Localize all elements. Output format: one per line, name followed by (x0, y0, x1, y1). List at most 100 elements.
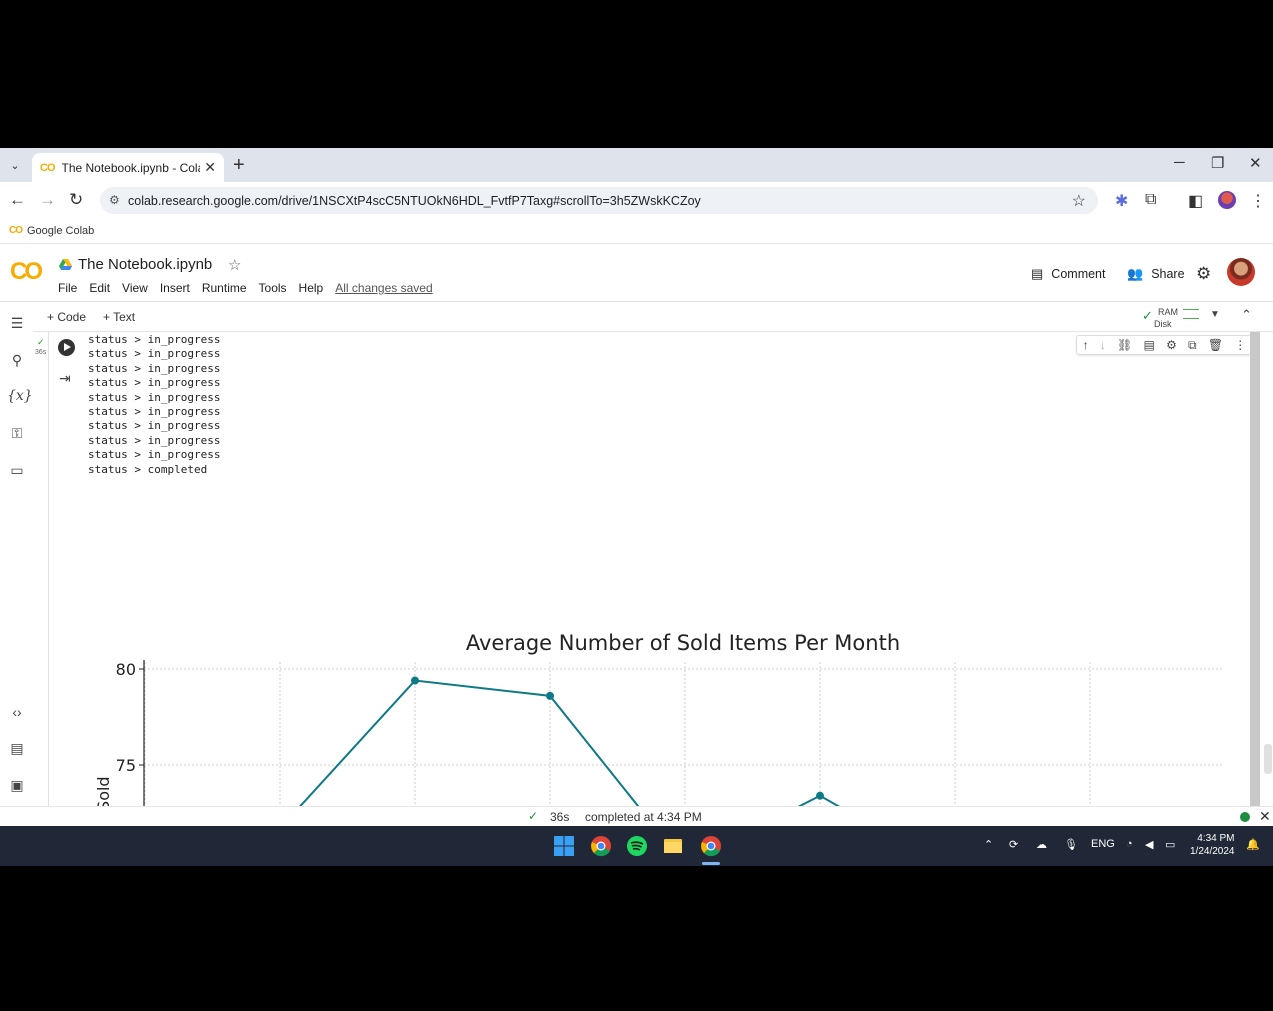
notebook-title[interactable]: The Notebook.ipynb (78, 256, 212, 273)
extensions-puzzle-icon[interactable]: ⧉ (1145, 191, 1156, 209)
close-status-icon[interactable]: ✕ (1259, 808, 1271, 825)
collapse-icon[interactable]: ⌃ (1241, 307, 1252, 323)
active-app-indicator (702, 862, 720, 865)
data-point (411, 676, 419, 685)
cell-settings-icon[interactable]: ⚙ (1166, 338, 1177, 352)
code-snippets-icon[interactable]: ‹› (7, 704, 27, 720)
save-status[interactable]: All changes saved (335, 281, 432, 295)
status-check-icon: ✓ (528, 809, 539, 823)
ram-label: RAM (1158, 307, 1178, 317)
bookmark-star-icon[interactable]: ☆ (1072, 191, 1086, 211)
screen: ⌄ CO The Notebook.ipynb - Colabora ✕ + ─… (0, 148, 1273, 866)
variables-icon[interactable]: {x} (7, 388, 33, 404)
series-line (299, 679, 841, 806)
wifi-icon[interactable]: ◔ (1126, 838, 1133, 850)
menu-edit[interactable]: Edit (89, 281, 110, 295)
disk-label: Disk (1154, 319, 1172, 329)
bookmark-google-colab[interactable]: Google Colab (27, 225, 94, 237)
microphone-icon[interactable]: 🎙 (1064, 838, 1078, 851)
clock-time: 4:34 PM (1197, 833, 1235, 844)
share-button[interactable]: 👥 Share (1127, 266, 1185, 282)
volume-icon[interactable]: ◀ (1145, 838, 1153, 851)
chrome-active-icon[interactable] (700, 835, 722, 857)
search-icon[interactable]: ⚲ (7, 352, 27, 369)
menu-help[interactable]: Help (299, 281, 324, 295)
onedrive-cloud-icon[interactable]: ☁ (1036, 838, 1047, 851)
move-up-icon[interactable]: ↑ (1083, 338, 1089, 352)
tray-overflow-icon[interactable]: ⌃ (984, 838, 993, 851)
menu-bar: File Edit View Insert Runtime Tools Help… (58, 281, 445, 295)
site-info-icon[interactable]: ⚙ (109, 193, 120, 207)
file-explorer-icon[interactable] (662, 835, 684, 857)
tab-search-icon[interactable]: ⌄ (6, 156, 24, 174)
terminal-icon[interactable]: ▣ (7, 777, 27, 794)
left-rail: ☰ ⚲ {x} ⚿ ▭ ‹› ▤ ▣ (0, 302, 33, 806)
tab-title: The Notebook.ipynb - Colabora (61, 160, 201, 175)
add-text-button[interactable]: + Text (103, 310, 135, 324)
menu-view[interactable]: View (122, 281, 148, 295)
restore-icon[interactable]: ❐ (1211, 154, 1224, 172)
runtime-dropdown-icon[interactable]: ▼ (1210, 309, 1220, 320)
new-tab-icon[interactable]: + (233, 154, 245, 177)
chrome-icon[interactable] (590, 835, 612, 857)
files-folder-icon[interactable]: ▭ (7, 462, 27, 479)
move-down-icon[interactable]: ↓ (1100, 338, 1106, 352)
status-message: completed at 4:34 PM (585, 810, 702, 824)
drive-icon (59, 259, 72, 270)
resource-bars (1183, 309, 1201, 327)
cell-toolbar: + Code + Text ✓ RAM Disk ▼ ⌃ (33, 302, 1273, 332)
window-close-icon[interactable]: ✕ (1249, 154, 1262, 172)
back-icon[interactable]: ← (9, 190, 26, 210)
language-indicator[interactable]: ENG (1091, 838, 1115, 850)
people-icon: 👥 (1127, 266, 1144, 281)
command-palette-icon[interactable]: ▤ (7, 740, 27, 757)
page-scrollbar[interactable] (1264, 744, 1272, 774)
delete-icon[interactable]: 🗑 (1208, 338, 1223, 352)
data-point (546, 691, 554, 700)
notification-bell-icon[interactable]: 🔔 (1246, 838, 1260, 851)
mirror-cell-icon[interactable]: ⧉ (1188, 338, 1197, 353)
link-icon[interactable]: ⛓ (1117, 338, 1132, 352)
y-tick-label: 75 (116, 756, 136, 775)
settings-gear-icon[interactable]: ⚙ (1196, 264, 1211, 284)
browser-toolbar: ← → ↻ ⚙ colab.research.google.com/drive/… (0, 182, 1273, 218)
colab-logo[interactable]: CO (10, 258, 43, 286)
comment-cell-icon[interactable]: ▤ (1144, 338, 1155, 352)
user-avatar[interactable] (1227, 258, 1255, 286)
star-notebook-icon[interactable]: ☆ (228, 256, 241, 274)
address-bar[interactable]: ⚙ colab.research.google.com/drive/1NSCXt… (100, 187, 1098, 214)
comment-button[interactable]: ▤ Comment (1031, 266, 1105, 282)
table-of-contents-icon[interactable]: ☰ (7, 315, 27, 332)
more-options-icon[interactable]: ⋮ (1234, 338, 1246, 352)
sync-icon[interactable]: ⟳ (1009, 838, 1018, 851)
url-text: colab.research.google.com/drive/1NSCXtP4… (128, 193, 701, 208)
line-chart: Average Number of Sold Items Per Month65… (94, 631, 1223, 806)
y-axis-label: Average Items Sold (94, 776, 113, 806)
menu-insert[interactable]: Insert (160, 281, 190, 295)
scrollbar[interactable] (1250, 332, 1260, 806)
extension-icon[interactable]: ✱ (1115, 191, 1128, 211)
tab-close-icon[interactable]: ✕ (204, 159, 216, 176)
add-code-button[interactable]: + Code (47, 310, 86, 324)
colab-bookmark-icon: CO (9, 225, 23, 236)
menu-tools[interactable]: Tools (259, 281, 287, 295)
secrets-key-icon[interactable]: ⚿ (7, 425, 27, 442)
side-panel-icon[interactable]: ◧ (1188, 191, 1203, 211)
resource-indicator[interactable]: RAM Disk (1154, 306, 1178, 330)
browser-tab[interactable]: CO The Notebook.ipynb - Colabora ✕ (32, 153, 224, 182)
reload-icon[interactable]: ↻ (69, 190, 83, 210)
browser-menu-icon[interactable]: ⋮ (1250, 191, 1266, 211)
battery-icon[interactable]: ▭ (1165, 838, 1175, 851)
comment-icon: ▤ (1031, 266, 1044, 281)
forward-icon[interactable]: → (39, 190, 56, 210)
clock[interactable]: 4:34 PM 1/24/2024 (1190, 832, 1235, 858)
y-tick-label: 80 (116, 660, 136, 679)
windows-start-icon[interactable] (553, 835, 575, 857)
status-bar: ✓ 36s completed at 4:34 PM ✕ (0, 806, 1273, 826)
spotify-icon[interactable] (626, 835, 648, 857)
minimize-icon[interactable]: ─ (1174, 154, 1185, 171)
bookmarks-bar: CO Google Colab (0, 218, 1273, 244)
profile-avatar[interactable] (1218, 191, 1236, 209)
menu-runtime[interactable]: Runtime (202, 281, 247, 295)
menu-file[interactable]: File (58, 281, 77, 295)
